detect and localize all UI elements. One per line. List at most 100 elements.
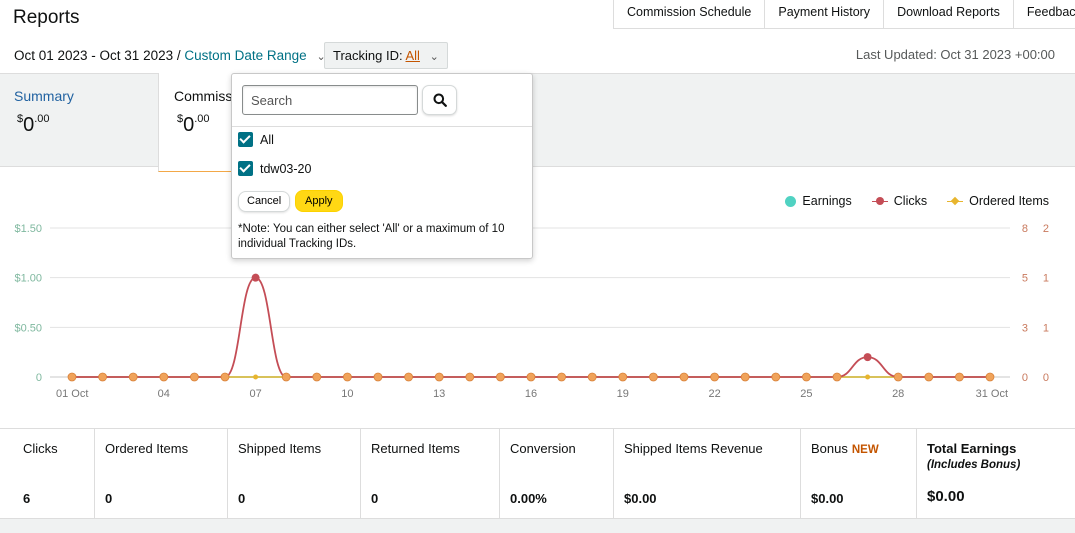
clicks-point [98,372,107,382]
summary-value: $0.00 [17,113,50,137]
checkbox-checked-icon[interactable] [238,161,253,176]
clicks-point [802,372,811,382]
clicks-point [649,372,658,382]
clicks-point [740,372,750,382]
stat-bonus: Bonus NEW $0.00 [801,429,917,518]
x-tick-label: 07 [249,388,261,400]
divider [232,126,532,127]
clicks-point [342,372,352,382]
stat-value: 0 [105,491,113,506]
total-earnings-label: Total Earnings [927,441,1017,456]
stat-conversion: Conversion 0.00% [500,429,614,518]
stat-label: Bonus NEW [811,441,879,456]
chevron-down-icon: ⌄ [429,51,439,63]
bonus-label: Bonus [811,441,848,456]
legend-earnings[interactable]: Earnings [785,194,852,208]
x-tick-label: 04 [158,388,170,400]
summary-amount: 0 [23,114,35,136]
y-right-items-tick-label: 1 [1043,322,1049,334]
y-left-tick-label: $0.50 [14,322,42,334]
tab-commission-schedule[interactable]: Commission Schedule [614,0,766,28]
stat-value: 0.00% [510,491,547,506]
tab-payment-history[interactable]: Payment History [765,0,885,28]
tab-download-reports[interactable]: Download Reports [884,0,1014,28]
clicks-point [618,372,628,382]
stat-value: $0.00 [624,491,657,506]
performance-chart: 0 0 0 $0.50 3 1 $1.00 5 1 $1.50 8 2 01 Oct 04 07 10 13 16… [14,223,1049,400]
clicks-point [771,372,781,382]
clicks-point [67,372,77,382]
chart-legend: Earnings Clicks Ordered Items [785,194,1049,208]
legend-label: Clicks [893,194,928,208]
clicks-point [159,372,169,382]
legend-ordered-items[interactable]: Ordered Items [947,194,1049,208]
clicks-point [373,372,383,382]
tab-feedback[interactable]: Feedback [1014,0,1075,28]
clicks-point [220,372,230,382]
y-left-tick-label: $1.50 [14,223,42,235]
clicks-point [832,372,842,382]
clicks-point [495,372,505,382]
option-tracking-id[interactable]: tdw03-20 [238,161,311,176]
stat-shipped-items: Shipped Items 0 [228,429,361,518]
apply-button[interactable]: Apply [295,190,343,212]
stat-label: Ordered Items [105,441,189,456]
tracking-id-popover: All tdw03-20 Cancel Apply *Note: You can… [231,73,533,259]
clicks-point [985,372,995,382]
clicks-point [251,273,260,282]
clicks-point [863,353,872,362]
stats-bar: Clicks 6 Ordered Items 0 Shipped Items 0… [0,428,1075,519]
clicks-point [465,372,475,382]
y-right-items-tick-label: 2 [1043,223,1049,235]
y-right-clicks-tick-label: 8 [1022,223,1028,235]
page-title: Reports [13,7,80,28]
checkbox-checked-icon[interactable] [238,132,253,147]
clicks-point [312,372,322,382]
x-tick-label: 28 [892,388,904,400]
tracking-id-dropdown[interactable]: Tracking ID: All ⌄ [324,42,448,69]
stat-value: $0.00 [927,488,965,505]
x-tick-label: 25 [800,388,812,400]
commission-amount: 0 [183,114,195,136]
tracking-id-label: Tracking ID: [333,48,403,63]
clicks-point [434,372,444,382]
legend-label: Ordered Items [969,194,1049,208]
stat-label: Shipped Items [238,441,322,456]
summary-cents: .00 [34,113,50,125]
cancel-button[interactable]: Cancel [238,191,291,212]
clicks-point [281,372,291,382]
tracking-id-value: All [405,48,420,63]
date-filter: Oct 01 2023 - Oct 31 2023 / Custom Date … [14,48,326,63]
stat-value: 6 [23,491,31,506]
clicks-point [526,372,536,382]
legend-label: Earnings [802,194,852,208]
clicks-point [404,372,414,382]
stat-ordered-items: Ordered Items 0 [95,429,228,518]
legend-clicks[interactable]: Clicks [871,194,928,208]
circle-icon [785,195,797,207]
y-right-items-tick-label: 0 [1043,372,1049,384]
search-input[interactable] [242,85,418,115]
stat-clicks: Clicks 6 [0,429,95,518]
custom-date-range-link[interactable]: Custom Date Range [184,48,306,63]
stat-label: Clicks [23,441,58,456]
stat-value: $0.00 [811,491,844,506]
x-tick-label: 10 [341,388,353,400]
y-left-tick-label: 0 [36,372,42,384]
x-tick-label: 31 Oct [976,388,1008,400]
stat-shipped-revenue: Shipped Items Revenue $0.00 [614,429,801,518]
option-all[interactable]: All [238,132,274,147]
clicks-point [893,372,903,382]
y-right-clicks-tick-label: 5 [1022,273,1028,285]
clicks-point [587,372,597,382]
commission-cents: .00 [194,113,210,125]
summary-tab[interactable]: Summary [14,88,74,104]
new-badge: NEW [851,444,879,456]
clicks-point [128,372,138,382]
total-earnings-sublabel: (Includes Bonus) [927,459,1021,471]
x-tick-label: 22 [708,388,720,400]
x-tick-label: 16 [525,388,537,400]
search-button[interactable] [422,85,457,115]
diamond-marker-icon [947,196,964,207]
tracking-note: *Note: You can either select 'All' or a … [238,223,505,250]
